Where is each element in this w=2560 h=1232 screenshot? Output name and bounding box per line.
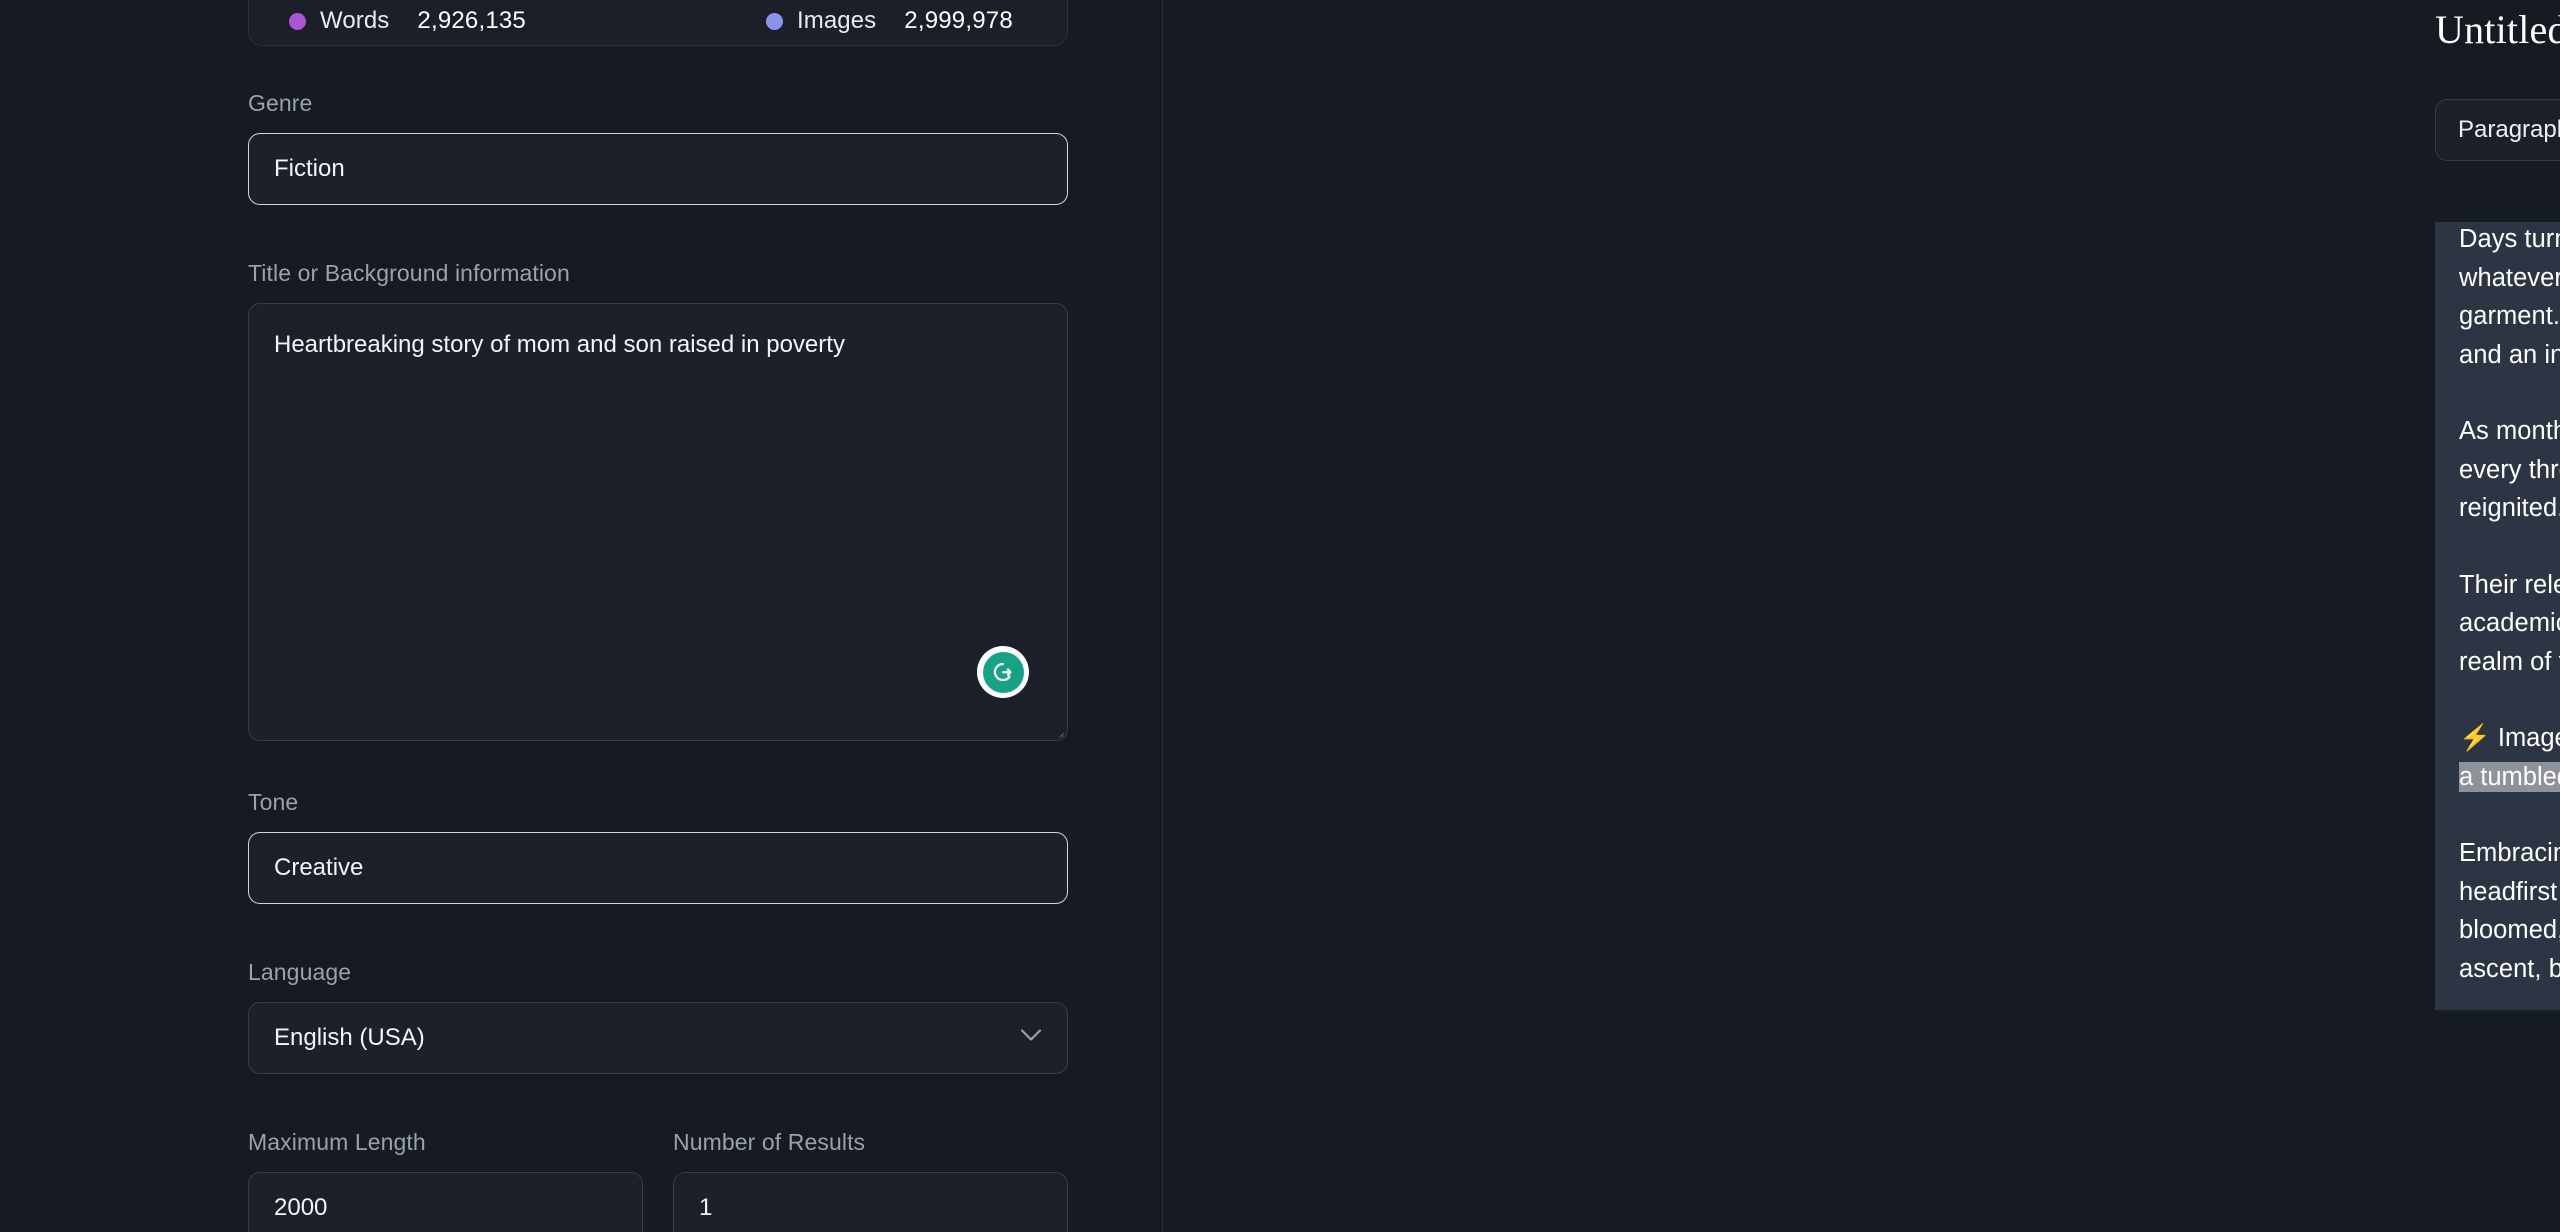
language-label: Language [248,959,352,985]
genre-label: Genre [248,90,313,116]
tone-label: Tone [248,789,299,815]
paragraph-style-select[interactable]: Paragraph [2435,99,2560,161]
editor-panel: Untitled Document... Paragraph A [1163,0,2560,1232]
page-title[interactable]: Untitled Document... [2435,6,2560,53]
grammarly-icon[interactable] [977,646,1029,698]
background-label: Title or Background information [248,260,570,286]
numeric-fields-row: Maximum Length 2000 Number of Results 1 [248,1129,1068,1232]
field-tone: Tone Creative [248,789,1068,904]
paragraph: Their relentless pursuit of a better lif… [2459,570,2560,676]
dot-icon [765,12,783,30]
field-background: Title or Background information Heartbre… [248,260,1068,741]
image-prompt-line: ⚡ Image prompt: "A determined mother and… [2459,719,2560,796]
field-genre: Genre Fiction [248,90,1068,205]
app-root: Words 2,926,135 Images 2,999,978 Genre F… [0,0,2560,1232]
stat-words-label: Words [320,7,390,34]
stat-images-value: 2,999,978 [904,7,1013,34]
editor-toolbar: Paragraph A [2435,92,2560,168]
paragraph: As months passed, Claire's hands grew ca… [2459,417,2560,522]
num-results-label: Number of Results [673,1129,866,1155]
max-length-input[interactable]: 2000 [248,1172,643,1232]
document-body[interactable]: Days turned into a blur of sacrifice and… [2435,222,2560,1012]
max-length-label: Maximum Length [248,1129,426,1155]
background-textarea-value: Heartbreaking story of mom and son raise… [274,331,845,358]
dot-icon [289,12,306,30]
usage-stats-row: Words 2,926,135 Images 2,999,978 [249,1,1067,41]
document-content: Days turned into a blur of sacrifice and… [2435,222,2560,1010]
tone-input[interactable]: Creative [248,832,1068,904]
stat-words-value: 2,926,135 [417,7,526,34]
genre-input[interactable]: Fiction [248,133,1068,205]
language-select[interactable]: English (USA) [248,1002,1068,1074]
field-max-length: Maximum Length 2000 [248,1129,643,1232]
image-prompt-prefix: Image prompt: [2497,724,2560,752]
field-num-results: Number of Results 1 [673,1129,1068,1232]
stat-images: Images 2,999,978 [765,7,1013,35]
stat-images-label: Images [796,7,877,34]
grammarly-g-glyph [993,662,1012,682]
num-results-input[interactable]: 1 [673,1172,1068,1232]
paragraph: Days turned into a blur of sacrifice and… [2459,225,2560,369]
paragraph-style-label: Paragraph [2458,116,2560,143]
bolt-icon: ⚡ [2459,724,2491,752]
field-language: Language English (USA) [248,959,1068,1074]
textarea-resize-handle[interactable] [1048,721,1064,737]
settings-panel: Words 2,926,135 Images 2,999,978 Genre F… [0,0,1163,1232]
stat-words: Words 2,926,135 [289,7,526,35]
background-textarea[interactable]: Heartbreaking story of mom and son raise… [248,303,1068,741]
paragraph: Embracing their newfound hope, Claire an… [2459,839,2560,983]
language-select-wrap: English (USA) [248,1002,1068,1074]
generation-form: Genre Fiction Title or Background inform… [248,90,1068,1232]
usage-stats-card: Words 2,926,135 Images 2,999,978 [248,0,1068,46]
